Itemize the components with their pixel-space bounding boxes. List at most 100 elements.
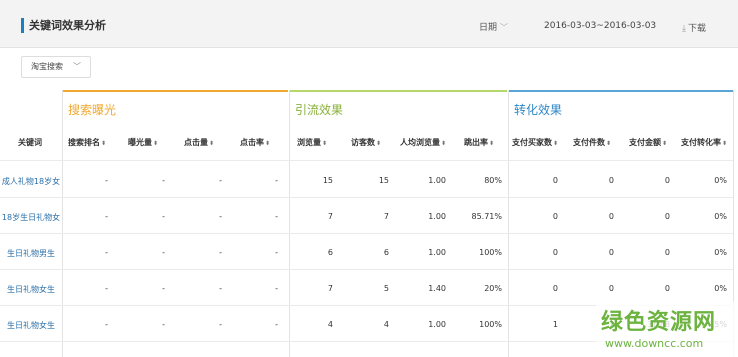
group-title: 搜索曝光	[68, 103, 117, 117]
page-title: 关键词效果分析	[29, 19, 106, 32]
cell-ctr: -	[275, 248, 278, 257]
cell-clicks: -	[219, 320, 222, 329]
cell-bounce: 80%	[484, 176, 502, 185]
cell-visitors: 6	[383, 248, 389, 257]
column-header-keyword: 关键词	[18, 137, 42, 148]
cell-search-rank: -	[105, 320, 108, 329]
sort-icon[interactable]: ⬍	[489, 140, 494, 147]
cell-search-rank: -	[105, 248, 108, 257]
keyword-link[interactable]: 生日礼物女生	[0, 320, 62, 331]
cell-conv: 0%	[714, 176, 727, 185]
cell-buyers: 0	[552, 284, 558, 293]
cell-bounce: 100%	[479, 320, 502, 329]
column-header-items[interactable]: 支付件数⬍	[573, 137, 611, 148]
cell-pageviews: 6	[327, 248, 333, 257]
keyword-link[interactable]: 成人礼物18岁女	[0, 176, 62, 187]
watermark-url: www.downcc.com	[605, 337, 704, 350]
column-header-label: 浏览量	[297, 138, 321, 147]
column-header-amount[interactable]: 支付金额⬍	[629, 137, 667, 148]
cell-buyers: 1	[552, 320, 558, 329]
column-header-buyers[interactable]: 支付买家数⬍	[512, 137, 558, 148]
group-traffic: 引流效果	[289, 90, 507, 126]
cell-ctr: -	[275, 212, 278, 221]
group-search-exposure: 搜索曝光	[62, 90, 288, 126]
cell-impressions: -	[162, 212, 165, 221]
sort-icon[interactable]: ⬍	[209, 140, 214, 147]
cell-buyers: 0	[552, 176, 558, 185]
cell-visitors: 7	[383, 212, 389, 221]
cell-search-rank: -	[105, 176, 108, 185]
column-header-impressions[interactable]: 曝光量⬍	[128, 137, 158, 148]
keyword-link[interactable]: 生日礼物男生	[0, 248, 62, 259]
cell-items: 0	[608, 248, 614, 257]
cell-search-rank: -	[105, 284, 108, 293]
cell-impressions: -	[162, 176, 165, 185]
keyword-link[interactable]: 18岁生日礼物女	[0, 212, 62, 223]
download-icon: ⤓	[682, 24, 686, 34]
cell-pageviews: 7	[327, 212, 333, 221]
cell-avg-pv: 1.00	[428, 212, 446, 221]
group-accent-line	[508, 90, 734, 92]
cell-amount: 0	[664, 248, 670, 257]
sort-icon[interactable]: ⬍	[553, 140, 558, 147]
cell-clicks: -	[219, 176, 222, 185]
download-button[interactable]: ⤓ 下载	[682, 21, 706, 34]
cell-avg-pv: 1.00	[428, 248, 446, 257]
column-header-label: 搜索排名	[68, 138, 100, 147]
sort-icon[interactable]: ⬍	[153, 140, 158, 147]
column-header-avg-pv[interactable]: 人均浏览量⬍	[400, 137, 446, 148]
cell-avg-pv: 1.40	[428, 284, 446, 293]
sort-icon[interactable]: ⬍	[722, 140, 727, 147]
download-label: 下载	[687, 24, 706, 34]
column-header-label: 访客数	[351, 138, 375, 147]
column-header-label: 人均浏览量	[400, 138, 440, 147]
column-header-pageviews[interactable]: 浏览量⬍	[297, 137, 327, 148]
sort-icon[interactable]: ⬍	[606, 140, 611, 147]
sort-icon[interactable]: ⬍	[662, 140, 667, 147]
sort-icon[interactable]: ⬍	[376, 140, 381, 147]
column-header-label: 关键词	[18, 138, 42, 147]
cell-visitors: 5	[383, 284, 389, 293]
source-select[interactable]: 淘宝搜索 ﹀	[21, 56, 91, 78]
column-header-conv[interactable]: 支付转化率⬍	[681, 137, 727, 148]
chevron-down-icon: ﹀	[73, 62, 81, 71]
column-header-label: 曝光量	[128, 138, 152, 147]
column-header-search-rank[interactable]: 搜索排名⬍	[68, 137, 106, 148]
title-accent-bar	[21, 18, 24, 33]
sort-icon[interactable]: ⬍	[322, 140, 327, 147]
column-header-bounce[interactable]: 跳出率⬍	[464, 137, 494, 148]
cell-buyers: 0	[552, 212, 558, 221]
group-title: 转化效果	[514, 103, 563, 117]
cell-amount: 0	[664, 212, 670, 221]
column-header-label: 支付金额	[629, 138, 661, 147]
column-divider	[62, 90, 63, 357]
column-header-label: 支付买家数	[512, 138, 552, 147]
row-divider	[0, 197, 733, 198]
cell-items: 0	[608, 212, 614, 221]
cell-bounce: 100%	[479, 248, 502, 257]
cell-impressions: -	[162, 320, 165, 329]
source-select-value: 淘宝搜索	[31, 62, 63, 71]
cell-clicks: -	[219, 212, 222, 221]
date-dropdown[interactable]: 日期 ﹀	[479, 20, 508, 33]
cell-buyers: 0	[552, 248, 558, 257]
column-header-ctr[interactable]: 点击率⬍	[240, 137, 270, 148]
group-accent-line	[289, 90, 507, 92]
column-header-label: 点击量	[184, 138, 208, 147]
cell-pageviews: 7	[327, 284, 333, 293]
group-accent-line	[62, 90, 288, 92]
sort-icon[interactable]: ⬍	[101, 140, 106, 147]
sort-icon[interactable]: ⬍	[265, 140, 270, 147]
column-header-label: 跳出率	[464, 138, 488, 147]
cell-ctr: -	[275, 176, 278, 185]
keyword-link[interactable]: 生日礼物女生	[0, 284, 62, 295]
sort-icon[interactable]: ⬍	[441, 140, 446, 147]
column-header-visitors[interactable]: 访客数⬍	[351, 137, 381, 148]
cell-bounce: 20%	[484, 284, 502, 293]
row-divider	[0, 233, 733, 234]
cell-pageviews: 4	[327, 320, 333, 329]
cell-avg-pv: 1.00	[428, 176, 446, 185]
column-header-clicks[interactable]: 点击量⬍	[184, 137, 214, 148]
cell-search-rank: -	[105, 212, 108, 221]
cell-amount: 0	[664, 176, 670, 185]
